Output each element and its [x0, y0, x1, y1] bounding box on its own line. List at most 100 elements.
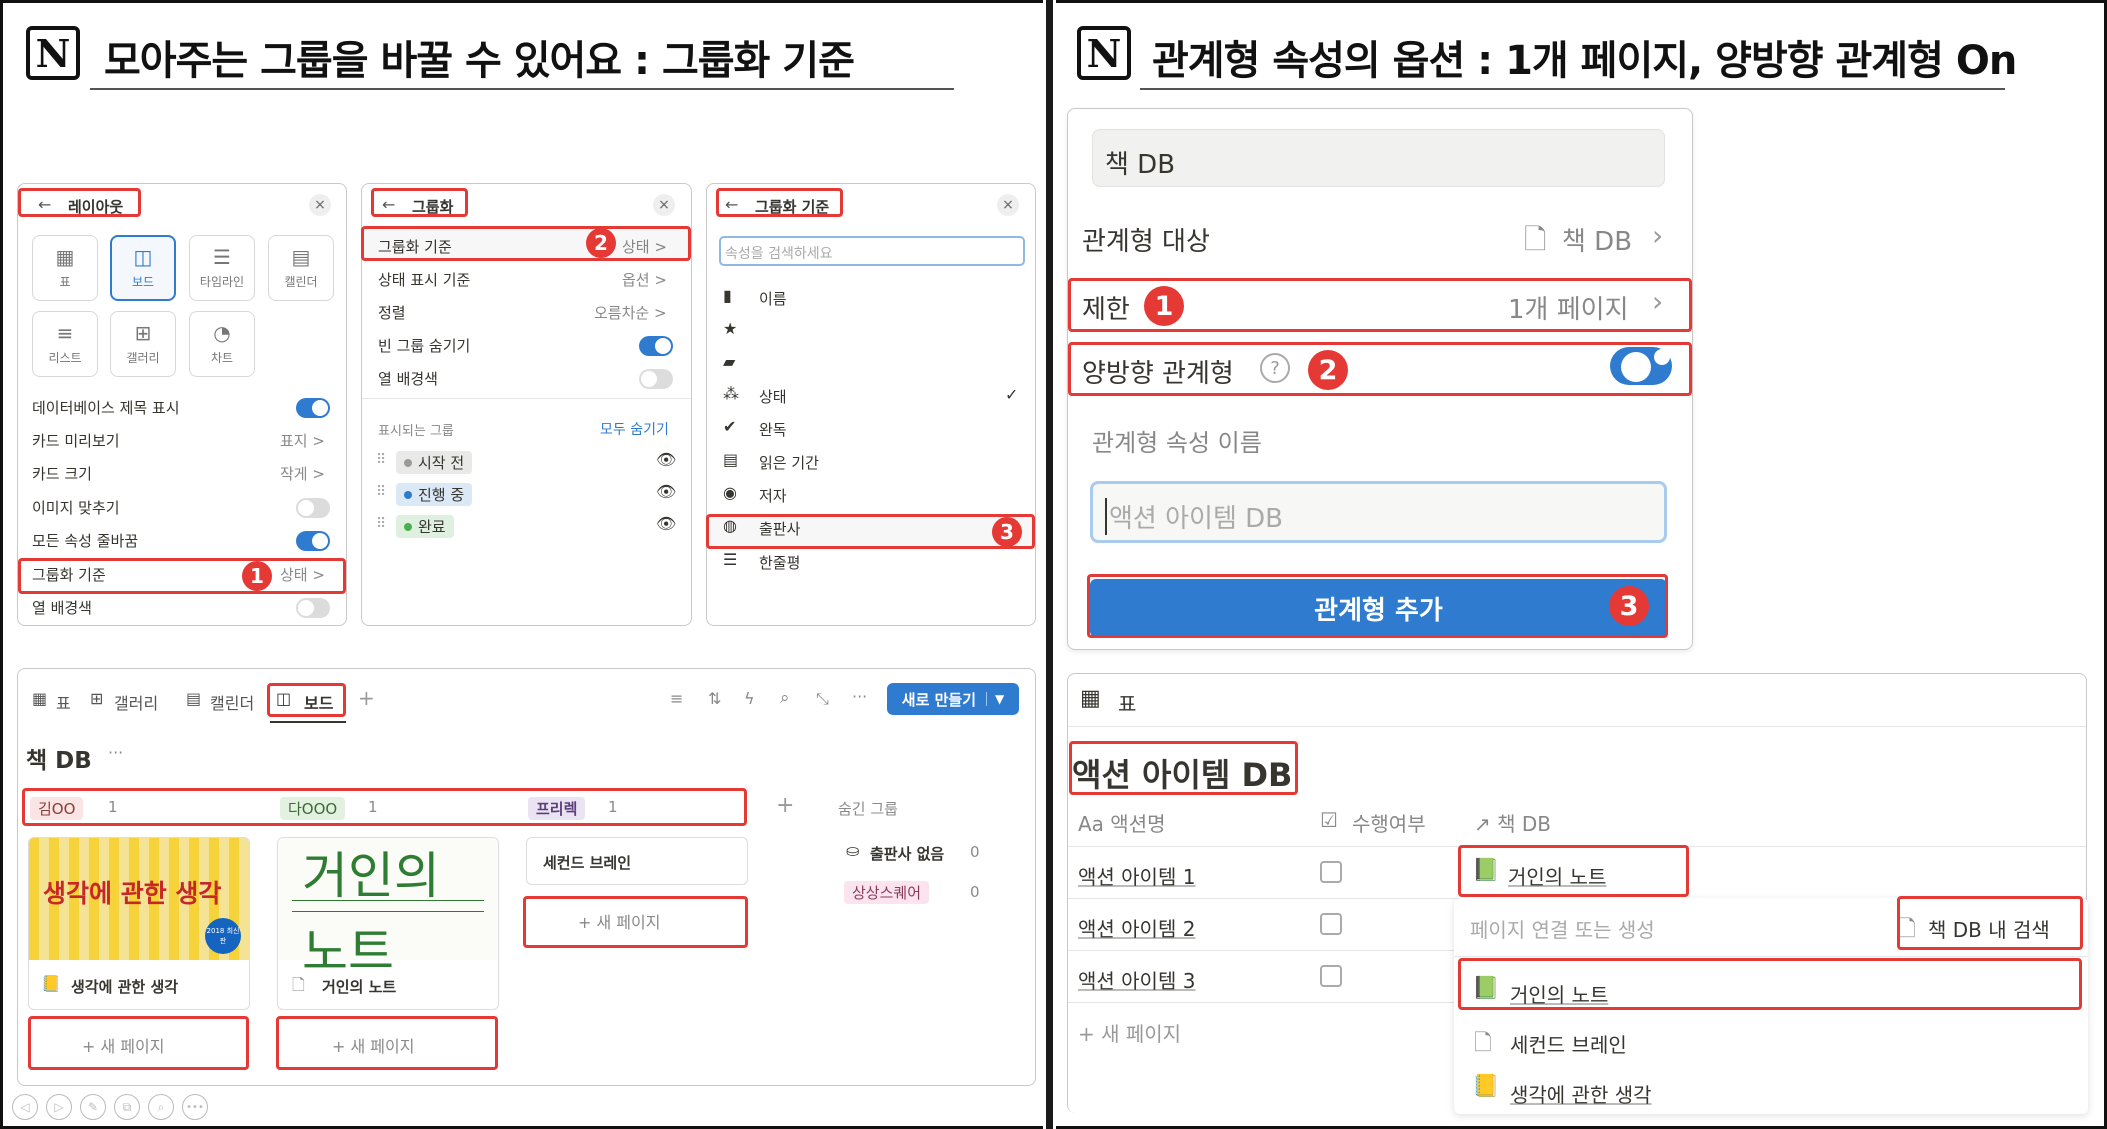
- tile-gallery[interactable]: ⊞ 갤러리: [110, 311, 176, 377]
- toggle-hide-empty[interactable]: [639, 336, 673, 356]
- row-value[interactable]: 오름차순 >: [594, 302, 667, 323]
- group-chip: 시작 전: [396, 451, 473, 474]
- drag-handle-icon[interactable]: ⠿: [376, 452, 386, 468]
- view-tab-calendar[interactable]: 캘린더: [210, 690, 254, 714]
- property-item[interactable]: 한줄평: [759, 552, 800, 573]
- board-card[interactable]: 생각에 관한 생각 2018 최신판 📒 생각에 관한 생각: [28, 837, 250, 1010]
- drag-handle-icon[interactable]: ⠿: [376, 484, 386, 500]
- column-header-done[interactable]: 수행여부: [1352, 808, 1426, 837]
- row-label: 빈 그룹 숨기기: [378, 337, 471, 355]
- view-tab-table[interactable]: 표: [1118, 688, 1136, 717]
- done-checkbox[interactable]: [1320, 913, 1342, 935]
- toggle-column-bg[interactable]: [296, 598, 330, 618]
- expand-icon[interactable]: ⤡: [816, 689, 829, 709]
- table-row-name[interactable]: 액션 아이템 1: [1078, 861, 1195, 890]
- property-item[interactable]: 읽은 기간: [759, 452, 819, 473]
- tile-label: 타임라인: [199, 274, 245, 289]
- board-card[interactable]: 세컨드 브레인: [526, 837, 748, 885]
- automation-icon[interactable]: ϟ: [744, 689, 755, 708]
- tile-table[interactable]: ▦ 표: [32, 235, 98, 301]
- star-icon[interactable]: ★: [723, 319, 737, 338]
- inbox-icon: ⛀: [846, 841, 860, 860]
- db-name-field[interactable]: 책 DB: [1092, 129, 1665, 187]
- search-icon[interactable]: ⌕: [780, 688, 790, 708]
- toggle-column-bg[interactable]: [639, 369, 673, 389]
- pen-icon[interactable]: ✎: [80, 1094, 106, 1120]
- db-title: 책 DB: [26, 748, 92, 774]
- row-value[interactable]: 옵션 >: [622, 269, 667, 290]
- tile-list[interactable]: ≡ 리스트: [32, 311, 98, 377]
- row-value[interactable]: 표지 >: [280, 430, 325, 451]
- hidden-group-count: 0: [970, 883, 980, 901]
- relation-search-input[interactable]: 페이지 연결 또는 생성: [1470, 914, 1655, 943]
- toggle-db-title[interactable]: [296, 398, 330, 418]
- tile-board[interactable]: ◫ 보드: [110, 235, 176, 301]
- new-button[interactable]: 새로 만들기 ▼: [887, 683, 1019, 715]
- page-icon: 🗋: [1524, 223, 1547, 256]
- highlight-layout-title: [18, 188, 141, 217]
- slides-icon[interactable]: ⧉: [114, 1094, 140, 1120]
- row-label: 모든 속성 줄바꿈: [32, 532, 139, 550]
- center-divider: [1043, 0, 1056, 1129]
- done-checkbox[interactable]: [1320, 861, 1342, 883]
- tile-label: 갤러리: [126, 350, 160, 365]
- view-tab-gallery[interactable]: 갤러리: [114, 690, 158, 714]
- filter-icon[interactable]: ≡: [670, 689, 683, 708]
- column-header-relation[interactable]: ↗ 책 DB: [1474, 808, 1551, 837]
- note-icon[interactable]: ▰: [723, 352, 735, 371]
- close-icon[interactable]: ×: [309, 194, 331, 216]
- hidden-groups-label: 숨긴 그룹: [838, 800, 898, 818]
- eye-icon[interactable]: 👁: [656, 482, 676, 501]
- done-checkbox[interactable]: [1320, 965, 1342, 987]
- doc-icon: ▮: [723, 286, 732, 305]
- db-more-icon[interactable]: ···: [108, 743, 123, 762]
- close-icon[interactable]: ×: [653, 194, 675, 216]
- chevron-right-icon[interactable]: ›: [1652, 219, 1663, 252]
- chevron-down-icon[interactable]: ▼: [986, 692, 1004, 706]
- property-item[interactable]: 상태: [759, 386, 787, 407]
- zoom-icon[interactable]: ⌕: [148, 1094, 174, 1120]
- drag-handle-icon[interactable]: ⠿: [376, 516, 386, 532]
- add-group-icon[interactable]: +: [776, 793, 794, 818]
- tile-calendar[interactable]: ▤ 캘린더: [268, 235, 334, 301]
- calendar-icon: ▤: [186, 689, 202, 708]
- tile-chart[interactable]: ◔ 차트: [189, 311, 255, 377]
- next-icon[interactable]: ▷: [46, 1094, 72, 1120]
- slide: N 모아주는 그룹을 바꿀 수 있어요 : 그룹화 기준 ← 레이아웃 × ▦ 표…: [0, 0, 2107, 1129]
- column-header-name[interactable]: Aa 액션명: [1078, 808, 1166, 837]
- target-value[interactable]: 책 DB: [1562, 221, 1632, 258]
- row-value[interactable]: 작게 >: [280, 463, 325, 484]
- eye-icon[interactable]: 👁: [656, 450, 676, 469]
- dropdown-item[interactable]: 세컨드 브레인: [1510, 1029, 1627, 1058]
- new-page-button[interactable]: + 새 페이지: [1078, 1018, 1181, 1047]
- hide-all-link[interactable]: 모두 숨기기: [600, 419, 669, 439]
- property-item[interactable]: 저자: [759, 485, 787, 506]
- view-tab-table[interactable]: 표: [56, 690, 71, 714]
- property-item[interactable]: 이름: [759, 288, 787, 309]
- board-card[interactable]: 거인의 노트 🗋 거인의 노트: [277, 837, 499, 1010]
- hidden-group-item[interactable]: 상상스퀘어: [844, 881, 930, 904]
- highlight-new-page: [523, 896, 748, 948]
- hidden-group-item[interactable]: 출판사 없음: [870, 843, 944, 864]
- property-search-input[interactable]: 속성을 검색하세요: [719, 236, 1025, 266]
- eye-icon[interactable]: 👁: [656, 514, 676, 533]
- new-button-label: 새로 만들기: [901, 690, 976, 709]
- more-icon[interactable]: •••: [182, 1094, 208, 1120]
- prop-name-input[interactable]: 액션 아이템 DB: [1090, 481, 1667, 543]
- sort-icon[interactable]: ⇅: [708, 689, 721, 708]
- divider: [1068, 1002, 1458, 1003]
- book-cover-image: 생각에 관한 생각 2018 최신판: [29, 838, 249, 960]
- property-item[interactable]: 완독: [759, 419, 787, 440]
- add-view-icon[interactable]: +: [358, 686, 375, 710]
- toggle-wrap[interactable]: [296, 531, 330, 551]
- close-icon[interactable]: ×: [997, 194, 1019, 216]
- table-row-name[interactable]: 액션 아이템 2: [1078, 913, 1195, 942]
- prev-icon[interactable]: ◁: [12, 1094, 38, 1120]
- table-row-name[interactable]: 액션 아이템 3: [1078, 965, 1195, 994]
- prop-name-label: 관계형 속성 이름: [1092, 429, 1262, 457]
- more-icon[interactable]: ···: [852, 687, 867, 706]
- notion-logo-icon: N: [26, 26, 80, 80]
- tile-timeline[interactable]: ☰ 타임라인: [189, 235, 255, 301]
- toggle-image-fit[interactable]: [296, 498, 330, 518]
- dropdown-item[interactable]: 생각에 관한 생각: [1510, 1079, 1652, 1108]
